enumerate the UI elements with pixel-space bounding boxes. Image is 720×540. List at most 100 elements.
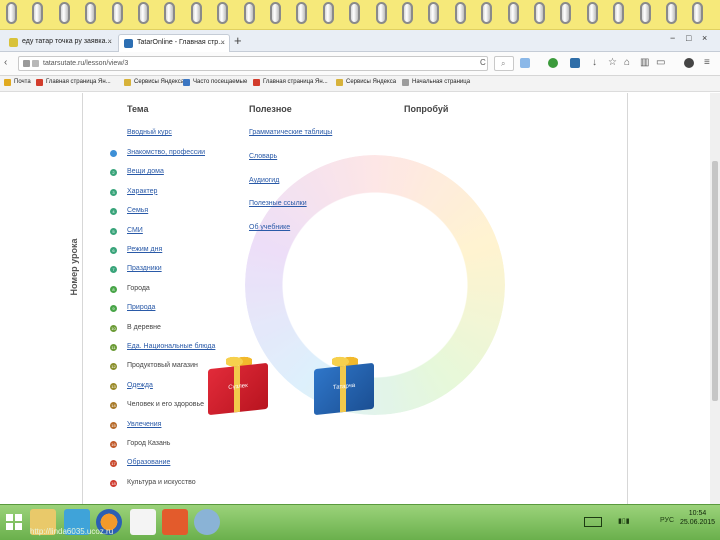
bookmark-label: Начальная страница — [412, 79, 471, 85]
tray-icons[interactable]: ▮▯▮ — [618, 517, 630, 525]
tab-edu-tatar[interactable]: еду татар точка ру заявка... × — [4, 34, 116, 52]
content-right-border — [627, 93, 628, 504]
intro-course-link[interactable]: Вводный курс — [127, 129, 172, 136]
spiral-ring — [243, 2, 255, 24]
lesson-title[interactable]: Вещи дома — [127, 168, 164, 175]
lesson-title[interactable]: Праздники — [127, 265, 162, 272]
menu-icon[interactable]: ≡ — [704, 57, 710, 68]
bookmark-item[interactable]: Сервисы Яндекса — [336, 79, 396, 86]
bookmark-item[interactable]: Главная страница Ян... — [36, 79, 111, 86]
powerpoint-icon[interactable] — [162, 509, 188, 535]
lesson-number-badge: 6 — [110, 247, 117, 254]
lesson-title[interactable]: Режим дня — [127, 246, 162, 253]
library-icon[interactable]: ▥ — [640, 57, 649, 68]
back-arrow-icon[interactable]: ‹ — [4, 57, 7, 68]
bookmark-label: Почта — [14, 79, 31, 85]
app-icon[interactable] — [194, 509, 220, 535]
close-tab-icon[interactable]: × — [107, 37, 112, 46]
lesson-title[interactable]: Характер — [127, 188, 157, 195]
pocket-icon[interactable]: ⌂ — [624, 57, 630, 68]
tataronline-favicon-icon — [124, 39, 133, 48]
tab-tataronline[interactable]: TatarOnline - Главная стр... × — [118, 34, 230, 52]
useful-link[interactable]: Об учебнике — [249, 224, 290, 231]
page-info-icon[interactable] — [32, 60, 39, 67]
home-icon[interactable] — [130, 509, 156, 535]
useful-link[interactable]: Грамматические таблицы — [249, 129, 332, 136]
bookmark-item[interactable]: Главная страница Ян... — [253, 79, 328, 86]
cloud-icon[interactable] — [520, 58, 530, 68]
spiral-ring — [6, 2, 17, 24]
spiral-ring — [111, 2, 123, 24]
spiral-ring — [349, 2, 361, 24]
clock[interactable]: 10:54 25.06.2015 — [680, 509, 715, 527]
decorative-pastel-ring — [245, 155, 505, 415]
lesson-title[interactable]: Образование — [127, 459, 170, 466]
reload-icon[interactable]: C — [480, 58, 486, 67]
sync-icon[interactable]: ▭ — [656, 57, 665, 68]
new-tab-button[interactable]: + — [234, 33, 242, 48]
bookmark-item[interactable]: Часто посещаемые — [183, 79, 248, 86]
spiral-ring — [481, 2, 493, 24]
language-indicator[interactable]: РУС — [660, 517, 674, 524]
yandex-icon — [253, 79, 260, 86]
spiral-ring — [402, 2, 413, 24]
useful-link[interactable]: Аудиогид — [249, 177, 279, 184]
lesson-number-badge: 13 — [110, 382, 117, 390]
bookmark-label: Главная страница Ян... — [46, 79, 111, 85]
lesson-title[interactable]: Увлечения — [127, 421, 161, 428]
folder-icon — [124, 79, 131, 86]
download-icon[interactable]: ↓ — [592, 57, 597, 68]
vertical-scrollbar[interactable] — [710, 93, 720, 504]
folder-icon — [336, 79, 343, 86]
tab-label: TatarOnline - Главная стр... — [137, 39, 225, 46]
lesson-title: В деревне — [127, 323, 161, 331]
extension-icon[interactable] — [570, 58, 580, 68]
address-bar[interactable]: tatarsutate.ru/lesson/view/3 — [18, 56, 488, 71]
lesson-number-badge: 3 — [110, 188, 117, 196]
bookmark-item[interactable]: Сервисы Яндекса — [124, 79, 184, 86]
lesson-title[interactable]: Знакомство, профессии — [127, 149, 205, 156]
close-window-button[interactable]: × — [702, 33, 707, 43]
search-box[interactable]: ⌕ — [494, 56, 514, 71]
lesson-title[interactable]: СМИ — [127, 227, 143, 234]
useful-link[interactable]: Полезные ссылки — [249, 200, 307, 207]
spiral-ring — [138, 2, 149, 24]
spiral-ring — [270, 2, 281, 24]
spiral-ring — [428, 2, 440, 24]
bookmark-item[interactable]: Начальная страница — [402, 79, 471, 86]
tab-label: еду татар точка ру заявка... — [22, 38, 112, 45]
useful-link[interactable]: Словарь — [249, 153, 277, 160]
minimize-button[interactable]: − — [670, 33, 675, 43]
lesson-title: Культура и искусство — [127, 478, 196, 486]
mail-icon — [4, 79, 11, 86]
blue-gift-box-tatar[interactable]: Татарча — [314, 362, 374, 416]
browser-tab-bar: еду татар точка ру заявка... × TatarOnli… — [0, 30, 720, 52]
red-gift-box-dictionary[interactable]: Сүзлек — [208, 362, 268, 416]
windows-start-icon[interactable] — [6, 514, 22, 530]
bookmark-item[interactable]: Почта — [4, 79, 31, 86]
scrollbar-thumb[interactable] — [712, 161, 718, 401]
bookmark-label: Главная страница Ян... — [263, 79, 328, 85]
spiral-ring — [58, 2, 70, 24]
lesson-title[interactable]: Семья — [127, 207, 148, 214]
identity-icon[interactable] — [23, 60, 30, 67]
close-tab-icon[interactable]: × — [220, 38, 225, 47]
page-icon — [402, 79, 409, 86]
lesson-title[interactable]: Природа — [127, 304, 155, 311]
yandex-favicon-icon — [9, 38, 18, 47]
maximize-button[interactable]: □ — [686, 33, 691, 43]
bookmark-star-icon[interactable]: ☆ — [608, 57, 617, 68]
spiral-ring — [586, 2, 598, 24]
lesson-number-badge: 11 — [110, 344, 117, 351]
lesson-title[interactable]: Одежда — [127, 382, 153, 389]
bookmark-label: Часто посещаемые — [193, 79, 248, 85]
spiral-ring — [639, 2, 651, 24]
clock-date: 25.06.2015 — [680, 519, 716, 526]
url-text: tatarsutate.ru/lesson/view/3 — [43, 60, 129, 67]
keyboard-icon[interactable] — [584, 517, 602, 527]
account-icon[interactable] — [684, 58, 694, 68]
lesson-title[interactable]: Еда. Национальные блюда — [127, 343, 215, 350]
spiral-ring — [666, 2, 677, 24]
addon-icon[interactable] — [548, 58, 558, 68]
lesson-number-badge: 10 — [110, 324, 117, 332]
